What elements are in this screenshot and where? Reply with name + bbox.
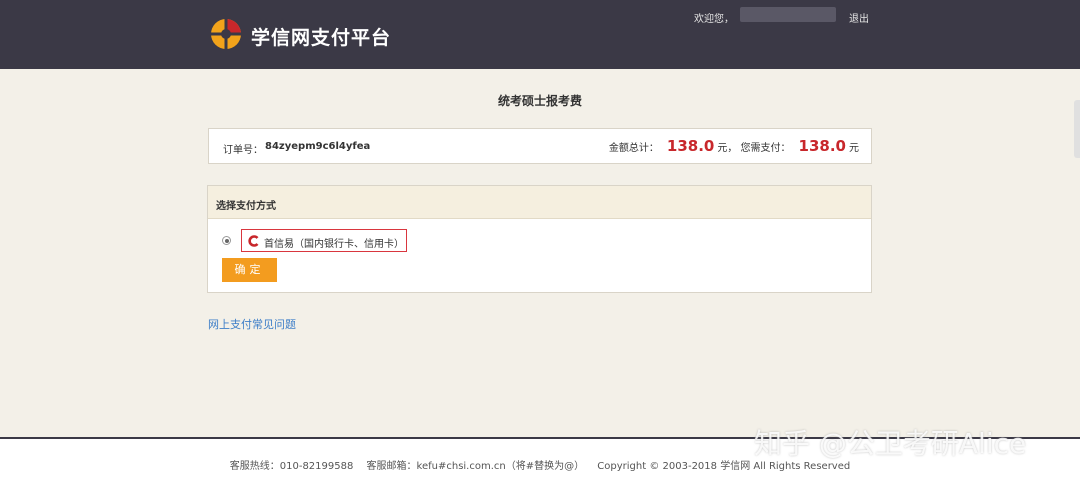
amount-row: 金额总计： 138.0 元， 您需支付： 138.0 元 — [609, 137, 859, 155]
welcome-text: 欢迎您， — [694, 14, 734, 25]
logout-link[interactable]: 退出 — [849, 10, 869, 25]
side-scroll-tab[interactable] — [1074, 100, 1080, 158]
payment-option-shouxinyi[interactable]: 首信易（国内银行卡、信用卡） — [241, 229, 407, 252]
payment-option-label: 首信易（国内银行卡、信用卡） — [264, 239, 404, 250]
payment-radio[interactable] — [222, 236, 231, 245]
total-label: 金额总计： — [608, 143, 659, 154]
payment-method-panel: 选择支付方式 首信易（国内银行卡、信用卡） 确定 — [207, 185, 872, 293]
chsi-logo-icon[interactable] — [210, 18, 242, 50]
order-number-label: 订单号： — [223, 145, 263, 156]
top-header: 学信网支付平台 欢迎您， 退出 — [0, 0, 1080, 69]
page-title: 统考硕士报考费 — [497, 94, 582, 108]
currency-unit: 元， — [717, 143, 738, 154]
currency-unit: 元 — [849, 143, 859, 154]
zhihu-watermark: 知乎 @公卫考研Alice — [754, 427, 1027, 460]
order-summary: 订单号： 84zyepm9c6l4yfea 金额总计： 138.0 元， 您需支付：… — [208, 128, 872, 164]
confirm-button[interactable]: 确定 — [222, 258, 277, 282]
footer-copyright: Copyright © 2003-2018 学信网 All Rights Res… — [597, 461, 851, 472]
faq-link[interactable]: 网上支付常见问题 — [208, 316, 296, 332]
footer-hotline: 客服热线：010-82199588 — [229, 461, 354, 472]
payease-logo-icon — [248, 235, 259, 247]
order-number: 84zyepm9c6l4yfea — [265, 141, 371, 152]
need-pay-amount: 138.0 — [798, 137, 846, 155]
need-pay-label: 您需支付： — [740, 143, 791, 154]
total-amount: 138.0 — [666, 137, 715, 155]
username-redacted — [740, 7, 836, 22]
footer-email: 客服邮箱：kefu#chsi.com.cn（将#替换为@） — [366, 461, 585, 472]
payment-section-title: 选择支付方式 — [208, 186, 871, 219]
site-name: 学信网支付平台 — [251, 27, 392, 49]
